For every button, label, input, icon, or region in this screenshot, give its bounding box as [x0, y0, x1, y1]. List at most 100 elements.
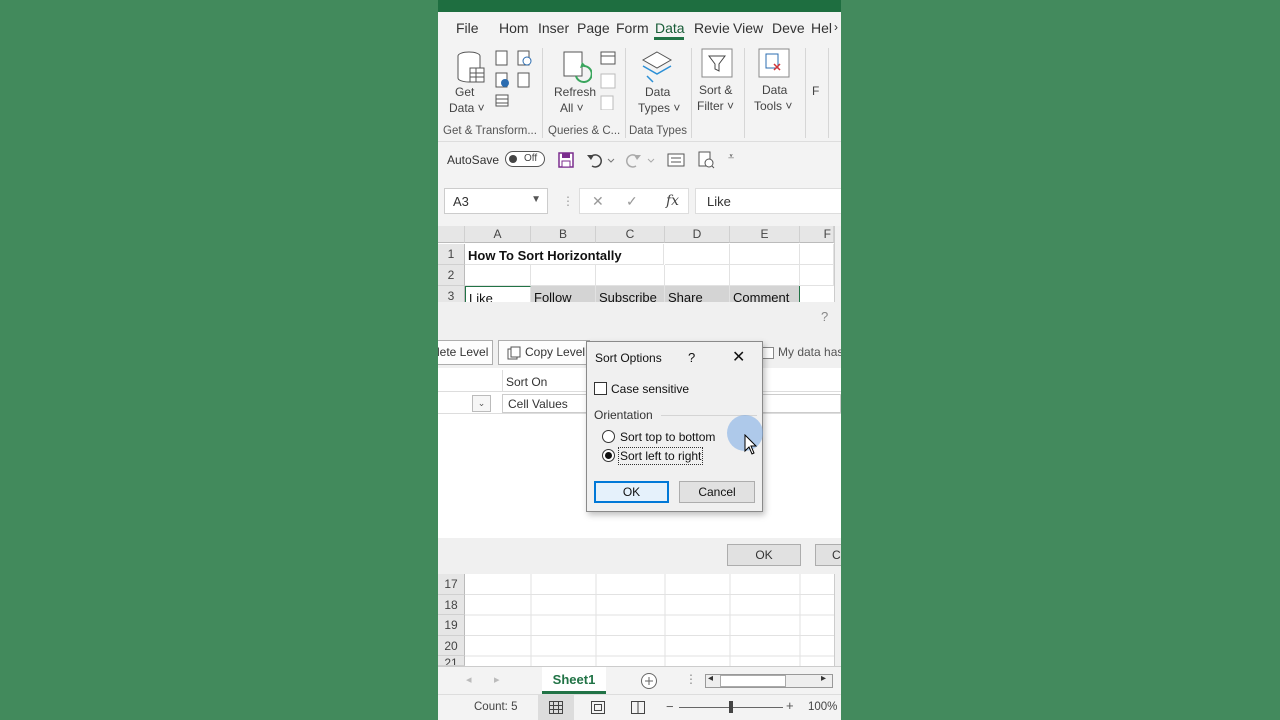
cell-d2[interactable]	[665, 265, 730, 286]
queries-small-icons[interactable]	[599, 50, 619, 110]
top-to-bottom-label[interactable]: Sort top to bottom	[620, 430, 715, 444]
save-icon[interactable]	[558, 152, 574, 168]
column-header-d[interactable]: D	[665, 226, 730, 243]
insert-function-icon[interactable]: fx	[666, 193, 679, 209]
chevron-down-icon[interactable]: ▼	[531, 194, 541, 205]
help-icon[interactable]: ?	[821, 309, 828, 324]
next-sheet-icon[interactable]: ▸	[494, 673, 500, 686]
help-icon[interactable]: ?	[688, 350, 695, 365]
ok-button[interactable]: OK	[594, 481, 669, 503]
small-data-icons[interactable]	[494, 49, 536, 109]
autosave-toggle[interactable]: Off	[505, 151, 545, 167]
sort-on-column-header: Sort On	[506, 375, 548, 389]
sort-ok-button[interactable]: OK	[727, 544, 801, 566]
forecast-button-fragment[interactable]: F	[812, 84, 819, 99]
ribbon-data: Get Data ˅ Get & Transform... Refresh Al…	[438, 42, 841, 142]
tab-developer[interactable]: Deve	[772, 20, 805, 36]
left-to-right-label[interactable]: Sort left to right	[617, 447, 704, 465]
radio-top-to-bottom[interactable]	[602, 430, 615, 443]
tab-view[interactable]: View	[733, 20, 763, 36]
tab-splitter-icon[interactable]: ⋮	[685, 672, 697, 686]
tab-formulas[interactable]: Form	[616, 20, 649, 36]
delete-level-button[interactable]: lete Level	[438, 340, 493, 365]
column-header-e[interactable]: E	[730, 226, 800, 243]
print-preview-icon[interactable]	[697, 151, 715, 169]
cell-a1[interactable]: How To Sort Horizontally	[465, 244, 664, 265]
sort-cancel-button[interactable]: C	[815, 544, 841, 566]
zoom-in-icon[interactable]: +	[786, 698, 794, 713]
tab-file[interactable]: File	[456, 20, 479, 36]
column-header-b[interactable]: B	[531, 226, 596, 243]
cell-a2[interactable]	[465, 265, 531, 286]
quick-access-toolbar: AutoSave Off ⩡	[438, 142, 841, 178]
normal-view-button[interactable]	[538, 695, 574, 720]
tab-data[interactable]: Data	[655, 20, 685, 36]
row-header-21[interactable]: 21	[438, 656, 465, 666]
enter-check-icon[interactable]: ✓	[626, 193, 638, 210]
name-box[interactable]: A3 ▼	[444, 188, 548, 214]
headers-checkbox[interactable]	[762, 346, 774, 359]
vertical-scrollbar[interactable]	[834, 226, 841, 302]
horizontal-scrollbar[interactable]: ◂ ▸	[705, 673, 833, 688]
sheet-tab-sheet1[interactable]: Sheet1	[542, 667, 606, 694]
cell-e1[interactable]	[730, 244, 800, 265]
toggle-knob	[509, 155, 517, 163]
page-layout-icon[interactable]	[591, 701, 605, 714]
customize-qat-icon[interactable]: ⩡	[728, 151, 734, 164]
undo-icon[interactable]	[586, 152, 616, 168]
cell-c2[interactable]	[596, 265, 665, 286]
my-data-has-headers[interactable]: My data has	[762, 345, 841, 359]
tab-help[interactable]: Hel	[811, 20, 832, 36]
background-right	[841, 0, 1280, 720]
chevron-down-icon[interactable]: ⌄	[472, 395, 491, 412]
row-header-1[interactable]: 1	[438, 244, 465, 265]
row-header-17[interactable]: 17	[438, 574, 465, 595]
cancel-button[interactable]: Cancel	[679, 481, 755, 503]
prev-sheet-icon[interactable]: ◂	[466, 673, 472, 686]
row-header-20[interactable]: 20	[438, 635, 465, 656]
cell-d1[interactable]	[665, 244, 730, 265]
copy-level-label: Copy Level	[525, 345, 586, 359]
tab-review[interactable]: Revie	[694, 20, 730, 36]
orientation-label: Orientation	[594, 408, 653, 422]
cell-f2[interactable]	[800, 265, 834, 286]
cancel-entry-icon[interactable]: ✕	[592, 193, 604, 210]
copy-level-button[interactable]: Copy Level	[498, 340, 590, 365]
row-header-18[interactable]: 18	[438, 594, 465, 615]
column-header-f[interactable]: F	[800, 226, 834, 243]
tab-insert[interactable]: Inser	[538, 20, 569, 36]
scroll-thumb[interactable]	[720, 675, 786, 687]
worksheet-grid[interactable]: A B C D E F 1 How To Sort Horizontally 2…	[438, 226, 841, 307]
zoom-out-icon[interactable]: −	[666, 699, 674, 714]
formula-input[interactable]: Like	[695, 188, 841, 214]
scroll-right-icon[interactable]: ▸	[821, 673, 826, 684]
page-break-preview-icon[interactable]	[631, 701, 645, 714]
vertical-scrollbar[interactable]	[834, 574, 841, 666]
zoom-level[interactable]: 100%	[808, 701, 837, 713]
redo-icon[interactable]	[626, 152, 656, 168]
row-header-2[interactable]: 2	[438, 265, 465, 286]
row-header-19[interactable]: 19	[438, 615, 465, 636]
select-all-corner[interactable]	[438, 226, 465, 243]
group-separator	[805, 48, 806, 138]
scroll-left-icon[interactable]: ◂	[708, 673, 713, 684]
group-queries: Queries & C...	[548, 125, 621, 137]
worksheet-grid-lower[interactable]: 17 18 19 20 21	[438, 574, 841, 666]
close-icon[interactable]: ✕	[732, 347, 745, 367]
tab-scroll-icon[interactable]: ›	[834, 20, 838, 34]
cell-b2[interactable]	[531, 265, 596, 286]
ribbon-tabs: File Hom Inser Page Form Data Revie View…	[438, 12, 841, 42]
case-sensitive-checkbox[interactable]	[594, 382, 607, 395]
case-sensitive-label[interactable]: Case sensitive	[611, 382, 689, 396]
cell-f1[interactable]	[800, 244, 834, 265]
tab-home[interactable]: Hom	[499, 20, 529, 36]
radio-left-to-right[interactable]	[602, 449, 615, 462]
column-header-c[interactable]: C	[596, 226, 665, 243]
add-sheet-icon[interactable]	[640, 672, 658, 690]
cell-e2[interactable]	[730, 265, 800, 286]
column-header-a[interactable]: A	[465, 226, 531, 243]
tab-page-layout[interactable]: Page	[577, 20, 610, 36]
form-icon[interactable]	[667, 152, 685, 168]
zoom-slider-thumb[interactable]	[729, 701, 733, 713]
sort-filter-label-1: Sort &	[699, 83, 733, 97]
